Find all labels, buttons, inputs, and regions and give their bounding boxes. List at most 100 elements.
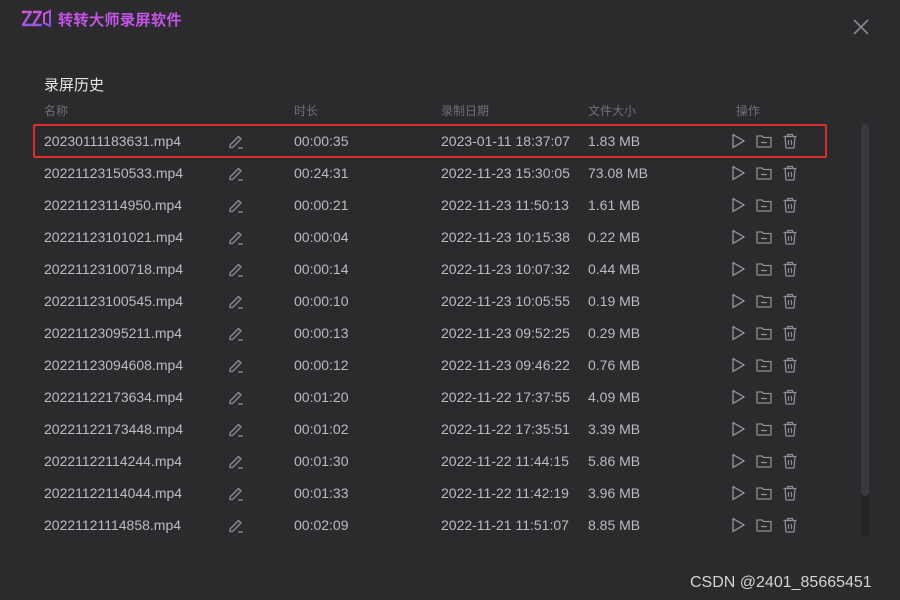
play-icon[interactable] bbox=[729, 452, 747, 470]
scrollbar-thumb[interactable] bbox=[861, 124, 869, 496]
play-icon[interactable] bbox=[729, 324, 747, 342]
record-date: 2022-11-22 11:44:15 bbox=[441, 453, 569, 469]
rename-pencil-icon[interactable] bbox=[227, 420, 245, 438]
section-title: 录屏历史 bbox=[44, 77, 105, 94]
open-folder-icon[interactable] bbox=[755, 420, 773, 438]
close-icon[interactable] bbox=[850, 16, 872, 38]
file-name: 20221121114858.mp4 bbox=[44, 517, 182, 533]
record-date: 2022-11-23 10:05:55 bbox=[441, 293, 570, 309]
column-header-duration: 时长 bbox=[294, 104, 319, 118]
file-name: 20221123114950.mp4 bbox=[44, 197, 183, 213]
play-icon[interactable] bbox=[729, 164, 747, 182]
delete-trash-icon[interactable] bbox=[781, 420, 799, 438]
delete-trash-icon[interactable] bbox=[781, 196, 799, 214]
file-size: 0.76 MB bbox=[588, 357, 641, 373]
duration: 00:01:33 bbox=[294, 485, 349, 501]
rename-pencil-icon[interactable] bbox=[227, 132, 245, 150]
open-folder-icon[interactable] bbox=[755, 164, 773, 182]
record-date: 2022-11-23 09:46:22 bbox=[441, 357, 570, 373]
table-row[interactable]: 20221123100718.mp4 00:00:14 2022-11-23 1… bbox=[34, 253, 826, 285]
table-row[interactable]: 20221123094608.mp4 00:00:12 2022-11-23 0… bbox=[34, 349, 826, 381]
table-row[interactable]: 20230111183631.mp4 00:00:35 2023-01-11 1… bbox=[33, 124, 827, 158]
rename-pencil-icon[interactable] bbox=[227, 164, 245, 182]
duration: 00:00:13 bbox=[294, 325, 349, 341]
open-folder-icon[interactable] bbox=[755, 516, 773, 534]
open-folder-icon[interactable] bbox=[755, 324, 773, 342]
play-icon[interactable] bbox=[729, 228, 747, 246]
open-folder-icon[interactable] bbox=[755, 388, 773, 406]
delete-trash-icon[interactable] bbox=[781, 292, 799, 310]
open-folder-icon[interactable] bbox=[755, 196, 773, 214]
record-date: 2022-11-23 15:30:05 bbox=[441, 165, 570, 181]
file-name: 20221123100545.mp4 bbox=[44, 293, 184, 309]
table-row[interactable]: 20221122173448.mp4 00:01:02 2022-11-22 1… bbox=[34, 413, 826, 445]
table-row[interactable]: 20221123100545.mp4 00:00:10 2022-11-23 1… bbox=[34, 285, 826, 317]
duration: 00:00:35 bbox=[294, 133, 349, 149]
rename-pencil-icon[interactable] bbox=[227, 292, 245, 310]
file-size: 0.19 MB bbox=[588, 293, 641, 309]
play-icon[interactable] bbox=[729, 484, 747, 502]
table-row[interactable]: 20221122114244.mp4 00:01:30 2022-11-22 1… bbox=[34, 445, 826, 477]
delete-trash-icon[interactable] bbox=[781, 228, 799, 246]
rename-pencil-icon[interactable] bbox=[227, 484, 245, 502]
rename-pencil-icon[interactable] bbox=[227, 260, 245, 278]
delete-trash-icon[interactable] bbox=[781, 260, 799, 278]
duration: 00:01:30 bbox=[294, 453, 349, 469]
file-name: 20221123095211.mp4 bbox=[44, 325, 183, 341]
duration: 00:01:02 bbox=[294, 421, 349, 437]
duration: 00:00:14 bbox=[294, 261, 349, 277]
record-date: 2023-01-11 18:37:07 bbox=[441, 133, 570, 149]
duration: 00:00:21 bbox=[294, 197, 349, 213]
rename-pencil-icon[interactable] bbox=[227, 196, 245, 214]
delete-trash-icon[interactable] bbox=[781, 324, 799, 342]
table-row[interactable]: 20221123101021.mp4 00:00:04 2022-11-23 1… bbox=[34, 221, 826, 253]
rename-pencil-icon[interactable] bbox=[227, 516, 245, 534]
file-name: 20221123094608.mp4 bbox=[44, 357, 184, 373]
table-row[interactable]: 20221123114950.mp4 00:00:21 2022-11-23 1… bbox=[34, 189, 826, 221]
table-row[interactable]: 20221122173634.mp4 00:01:20 2022-11-22 1… bbox=[34, 381, 826, 413]
open-folder-icon[interactable] bbox=[755, 452, 773, 470]
file-name: 20230111183631.mp4 bbox=[44, 133, 182, 149]
delete-trash-icon[interactable] bbox=[781, 452, 799, 470]
app-title: 转转大师录屏软件 bbox=[58, 12, 183, 29]
open-folder-icon[interactable] bbox=[755, 292, 773, 310]
file-size: 8.85 MB bbox=[588, 517, 641, 533]
play-icon[interactable] bbox=[729, 516, 747, 534]
title-bar: 转转大师录屏软件 bbox=[0, 0, 900, 40]
play-icon[interactable] bbox=[729, 356, 747, 374]
rename-pencil-icon[interactable] bbox=[227, 388, 245, 406]
rename-pencil-icon[interactable] bbox=[227, 324, 245, 342]
rename-pencil-icon[interactable] bbox=[227, 356, 245, 374]
duration: 00:00:10 bbox=[294, 293, 349, 309]
open-folder-icon[interactable] bbox=[755, 356, 773, 374]
table-row[interactable]: 20221121114858.mp4 00:02:09 2022-11-21 1… bbox=[34, 509, 826, 541]
open-folder-icon[interactable] bbox=[755, 132, 773, 150]
delete-trash-icon[interactable] bbox=[781, 516, 799, 534]
file-name: 20221122173634.mp4 bbox=[44, 389, 184, 405]
play-icon[interactable] bbox=[729, 420, 747, 438]
duration: 00:00:12 bbox=[294, 357, 349, 373]
delete-trash-icon[interactable] bbox=[781, 132, 799, 150]
play-icon[interactable] bbox=[729, 196, 747, 214]
play-icon[interactable] bbox=[729, 388, 747, 406]
play-icon[interactable] bbox=[729, 260, 747, 278]
table-row[interactable]: 20221122114044.mp4 00:01:33 2022-11-22 1… bbox=[34, 477, 826, 509]
column-header-size: 文件大小 bbox=[588, 104, 637, 118]
delete-trash-icon[interactable] bbox=[781, 484, 799, 502]
rename-pencil-icon[interactable] bbox=[227, 452, 245, 470]
table-row[interactable]: 20221123095211.mp4 00:00:13 2022-11-23 0… bbox=[34, 317, 826, 349]
file-size: 3.96 MB bbox=[588, 485, 641, 501]
open-folder-icon[interactable] bbox=[755, 228, 773, 246]
play-icon[interactable] bbox=[729, 132, 747, 150]
open-folder-icon[interactable] bbox=[755, 484, 773, 502]
file-size: 5.86 MB bbox=[588, 453, 641, 469]
delete-trash-icon[interactable] bbox=[781, 164, 799, 182]
file-size: 1.61 MB bbox=[588, 197, 641, 213]
open-folder-icon[interactable] bbox=[755, 260, 773, 278]
table-row[interactable]: 20221123150533.mp4 00:24:31 2022-11-23 1… bbox=[34, 157, 826, 189]
rename-pencil-icon[interactable] bbox=[227, 228, 245, 246]
delete-trash-icon[interactable] bbox=[781, 356, 799, 374]
delete-trash-icon[interactable] bbox=[781, 388, 799, 406]
play-icon[interactable] bbox=[729, 292, 747, 310]
file-name: 20221123150533.mp4 bbox=[44, 165, 184, 181]
